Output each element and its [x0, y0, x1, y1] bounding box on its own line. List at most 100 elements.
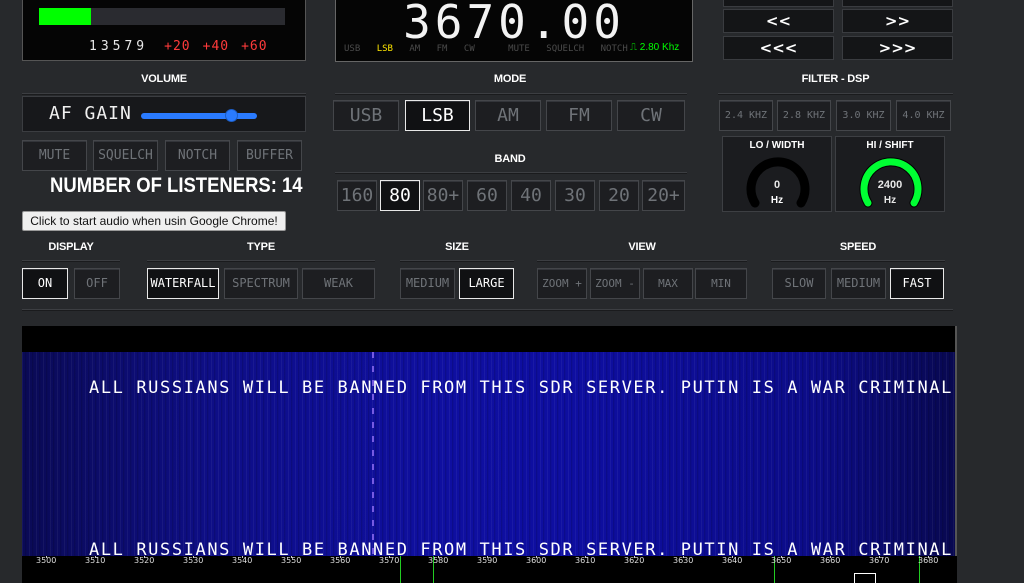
zoom-in-button[interactable]: ZOOM +	[537, 268, 587, 299]
s-meter: 13579 +20 +40 +60	[22, 0, 306, 61]
tune-up-coarse-button[interactable]: >>>	[842, 36, 953, 60]
frequency-scale[interactable]: 3500 3510 3520 3530 3540 3550 3560 3570 3580 3590…	[22, 556, 957, 583]
divider	[335, 172, 687, 174]
size-label: SIZE	[445, 241, 469, 253]
mode-cw-button[interactable]: CW	[617, 100, 685, 131]
mute-button[interactable]: MUTE	[22, 140, 87, 171]
s-meter-scale-60: +60	[241, 39, 268, 54]
divider	[771, 260, 945, 262]
size-medium-button[interactable]: MEDIUM	[400, 268, 455, 299]
tune-up-fine-button[interactable]: >>	[842, 9, 953, 33]
divider	[537, 260, 747, 262]
filter-4-0khz-button[interactable]: 4.0 KHZ	[896, 100, 951, 131]
display-on-button[interactable]: ON	[22, 268, 68, 299]
scale-tick-label: 3510	[85, 556, 106, 565]
indicator-cw: CW	[463, 44, 475, 54]
scale-tick-label: 3630	[673, 556, 694, 565]
signal-bar-fill	[39, 8, 91, 25]
waterfall-banner-bottom: ALL RUSSIANS WILL BE BANNED FROM THIS SD…	[89, 540, 953, 556]
indicator-lsb: LSB	[376, 44, 393, 54]
divider	[718, 93, 953, 95]
zoom-out-button[interactable]: ZOOM -	[590, 268, 640, 299]
scale-tick-label: 3600	[526, 556, 547, 565]
squelch-button[interactable]: SQUELCH	[93, 140, 158, 171]
tune-top-left-button[interactable]	[723, 0, 834, 7]
indicator-usb: USB	[344, 44, 361, 54]
tune-down-fine-button[interactable]: <<	[723, 9, 834, 33]
band-160-button[interactable]: 160	[337, 180, 377, 211]
band-80-button[interactable]: 80	[380, 180, 420, 211]
mode-am-button[interactable]: AM	[475, 100, 541, 131]
hi-shift-knob-panel[interactable]: HI / SHIFT 2400 Hz	[835, 136, 945, 212]
s-meter-scale-40: +40	[202, 39, 230, 54]
speed-label: SPEED	[839, 241, 877, 253]
display-off-button[interactable]: OFF	[74, 268, 120, 299]
filter-2-4khz-button[interactable]: 2.4 KHZ	[719, 100, 773, 131]
lo-width-unit: Hz	[770, 195, 784, 206]
waterfall-display[interactable]: ALL RUSSIANS WILL BE BANNED FROM THIS SD…	[22, 326, 957, 556]
divider	[147, 260, 375, 262]
s-meter-scale-20: +20	[164, 39, 191, 54]
band-60-button[interactable]: 60	[467, 180, 507, 211]
tune-down-coarse-button[interactable]: <<<	[723, 36, 834, 60]
scale-tick-label: 3670	[869, 556, 890, 565]
scale-tick-label: 3500	[36, 556, 57, 565]
band-30-button[interactable]: 30	[555, 180, 595, 211]
indicator-mute: MUTE	[508, 44, 530, 54]
af-gain-control: AF GAIN	[22, 96, 306, 132]
zoom-max-button[interactable]: MAX	[643, 268, 693, 299]
indicator-fm: FM	[436, 44, 448, 54]
lo-width-value: 0	[773, 179, 781, 191]
mode-indicators: USB LSB AM FM CW MUTE SQUELCH NOTCH	[344, 44, 639, 54]
filter-label: FILTER - DSP	[801, 73, 870, 85]
tune-top-right-button[interactable]	[842, 0, 953, 7]
speed-slow-button[interactable]: SLOW	[772, 268, 826, 299]
scale-tick-label: 3650	[771, 556, 792, 565]
lo-width-title: LO / WIDTH	[749, 140, 805, 151]
s-meter-scale: 13579 +20 +40 +60	[89, 39, 280, 54]
buffer-button[interactable]: BUFFER	[237, 140, 302, 171]
volume-label: VOLUME	[141, 73, 187, 85]
band-20-button[interactable]: 20	[599, 180, 639, 211]
scale-tick-label: 3530	[183, 556, 204, 565]
band-20plus-button[interactable]: 20+	[642, 180, 685, 211]
type-spectrum-button[interactable]: SPECTRUM	[224, 268, 298, 299]
scale-tick-label: 3550	[281, 556, 302, 565]
band-40-button[interactable]: 40	[511, 180, 551, 211]
filter-2-8khz-button[interactable]: 2.8 KHZ	[777, 100, 831, 131]
mode-lsb-button[interactable]: LSB	[405, 100, 470, 131]
size-large-button[interactable]: LARGE	[459, 268, 514, 299]
indicator-squelch: SQUELCH	[546, 44, 585, 54]
waterfall-spectrogram[interactable]: ALL RUSSIANS WILL BE BANNED FROM THIS SD…	[22, 352, 955, 556]
band-label: BAND	[494, 153, 526, 165]
type-waterfall-button[interactable]: WATERFALL	[147, 268, 219, 299]
scale-tick-label: 3640	[722, 556, 743, 565]
start-audio-button[interactable]: Click to start audio when usin Google Ch…	[22, 211, 286, 231]
scale-tick-label: 3660	[820, 556, 841, 565]
bandwidth-value: 2.80 Khz	[639, 42, 680, 53]
notch-button[interactable]: NOTCH	[165, 140, 230, 171]
scale-tick-label: 3570	[379, 556, 400, 565]
speed-medium-button[interactable]: MEDIUM	[831, 268, 886, 299]
hi-shift-value: 2400	[877, 179, 903, 191]
af-gain-slider-handle[interactable]	[225, 109, 239, 122]
zoom-min-button[interactable]: MIN	[695, 268, 747, 299]
mode-fm-button[interactable]: FM	[546, 100, 612, 131]
frequency-display[interactable]: 3670.00 USB LSB AM FM CW MUTE SQUELCH NO…	[335, 0, 693, 62]
hi-shift-title: HI / SHIFT	[866, 140, 914, 151]
scale-tick-label: 3590	[477, 556, 498, 565]
divider	[22, 260, 120, 262]
divider	[22, 93, 306, 95]
scale-tick-label: 3610	[575, 556, 596, 565]
scale-tick-label: 3580	[428, 556, 449, 565]
filter-passband-marker	[854, 573, 876, 583]
mode-usb-button[interactable]: USB	[333, 100, 399, 131]
type-weak-button[interactable]: WEAK	[302, 268, 375, 299]
passband-edge-left	[400, 556, 401, 583]
speed-fast-button[interactable]: FAST	[890, 268, 944, 299]
bandwidth-indicator: ⎍ 2.80 Khz	[630, 42, 679, 53]
band-80plus-button[interactable]: 80+	[423, 180, 463, 211]
filter-3-0khz-button[interactable]: 3.0 KHZ	[836, 100, 891, 131]
lo-width-knob-panel[interactable]: LO / WIDTH 0 Hz	[722, 136, 832, 212]
af-gain-slider[interactable]	[141, 109, 257, 122]
